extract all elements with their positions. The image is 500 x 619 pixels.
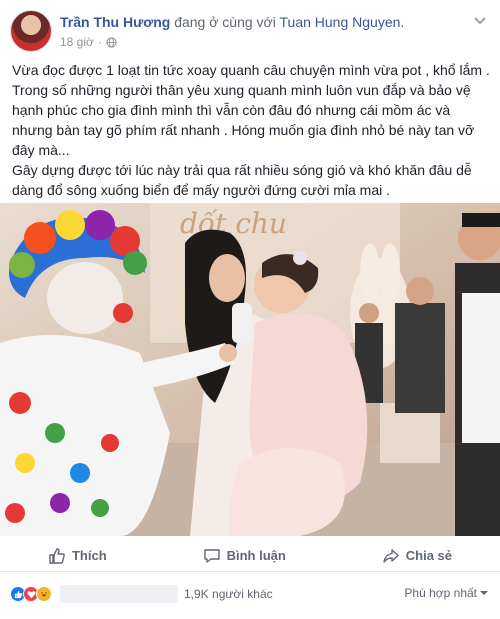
reactions-bar: 1,9K người khác Phù hợp nhất	[0, 578, 500, 610]
post-actions: Thích Bình luận Chia sẻ	[0, 540, 500, 572]
avatar[interactable]	[10, 10, 52, 52]
thumbs-up-icon	[49, 547, 65, 564]
post-meta: 18 giờ ·	[60, 35, 117, 49]
post-photo[interactable]: dốt chu	[0, 203, 500, 536]
share-icon	[383, 548, 399, 563]
tagged-user[interactable]: Tuan Hung Nguyen.	[280, 14, 405, 30]
like-label: Thích	[71, 548, 107, 563]
caret-down-icon	[480, 591, 488, 595]
header-line: Trần Thu Hương đang ở cùng với Tuan Hung…	[60, 14, 404, 30]
author-name[interactable]: Trần Thu Hương	[60, 14, 170, 30]
share-button[interactable]: Chia sẻ	[382, 547, 452, 565]
reactor-names-redacted	[60, 585, 178, 603]
post-time[interactable]: 18 giờ	[60, 35, 94, 49]
post-paragraph: Gây dựng được tới lúc này trải qua rất n…	[12, 162, 472, 198]
comment-button[interactable]: Bình luận	[203, 547, 286, 565]
comment-label: Bình luận	[226, 548, 286, 563]
comment-sort-dropdown[interactable]: Phù hợp nhất	[404, 586, 488, 600]
globe-icon[interactable]	[106, 36, 117, 48]
with-text: đang ở cùng với	[174, 14, 276, 30]
post-text: Vừa đọc được 1 loạt tin tức xoay quanh c…	[12, 60, 490, 200]
post-header: Trần Thu Hương đang ở cùng với Tuan Hung…	[10, 8, 490, 58]
reaction-count[interactable]: 1,9K người khác	[184, 587, 273, 601]
chevron-down-icon[interactable]	[472, 12, 488, 28]
haha-reaction-icon	[36, 586, 52, 602]
sort-label: Phù hợp nhất	[404, 586, 477, 600]
photo-illustration: dốt chu	[0, 203, 500, 536]
share-label: Chia sẻ	[405, 548, 453, 563]
reaction-icons[interactable]	[10, 586, 52, 602]
like-button[interactable]: Thích	[48, 547, 107, 565]
comment-icon	[203, 548, 220, 563]
post-paragraph: Vừa đọc được 1 loạt tin tức xoay quanh c…	[12, 62, 490, 158]
